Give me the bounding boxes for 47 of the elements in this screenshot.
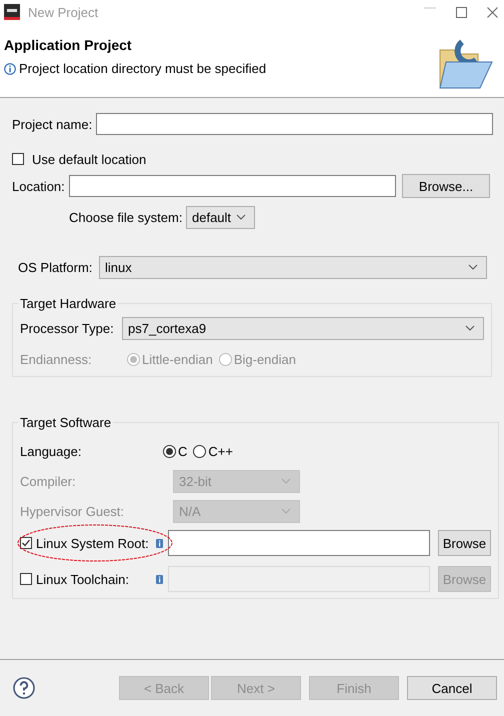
app-icon: [4, 4, 20, 20]
checkbox-label: Use default location: [32, 152, 146, 166]
field-label: Processor Type:: [20, 320, 115, 336]
project-name-field[interactable]: [96, 113, 493, 135]
radio-label: C: [178, 444, 188, 458]
dropdown[interactable]: default: [186, 206, 255, 228]
close-icon[interactable]: [487, 6, 498, 18]
group-title: Target Hardware: [19, 296, 118, 311]
chevron-icon: [281, 478, 291, 484]
status-message: Project location directory must be specified: [19, 61, 266, 76]
radio-label: Little-endian: [142, 352, 213, 366]
info-icon: [156, 538, 163, 548]
field-label: Hypervisor Guest:: [20, 504, 126, 518]
help-icon[interactable]: [13, 677, 35, 699]
info-icon: [4, 62, 16, 74]
browse-button[interactable]: Browse: [438, 530, 491, 556]
field-label: OS Platform:: [18, 260, 94, 274]
chevron-icon: [281, 508, 291, 514]
checkbox[interactable]: [12, 153, 24, 165]
page-title: Application Project: [4, 37, 133, 53]
radio-button[interactable]: [163, 444, 176, 458]
field-label: Project name:: [12, 116, 92, 132]
dropdown[interactable]: linux: [99, 256, 487, 278]
field-label: Compiler:: [20, 474, 77, 488]
path-field[interactable]: [168, 530, 430, 556]
field-label: Language:: [20, 444, 82, 458]
browse-button[interactable]: Browse...: [402, 174, 490, 198]
wizard-button[interactable]: Cancel: [407, 676, 497, 700]
chevron-icon: [236, 214, 246, 220]
group-title: Target Software: [19, 415, 112, 430]
checkbox[interactable]: [20, 573, 32, 585]
chevron-icon: [468, 264, 478, 270]
field-label: Choose file system:: [69, 210, 184, 224]
checkbox-label: Linux Toolchain:: [36, 572, 130, 586]
radio-label: Big-endian: [234, 352, 296, 366]
dropdown[interactable]: ps7_cortexa9: [122, 316, 484, 340]
field-label: Endianness:: [20, 352, 93, 366]
location-field[interactable]: [69, 175, 396, 197]
chevron-icon: [465, 325, 475, 331]
maximize-icon[interactable]: [456, 6, 467, 18]
checkbox-label: Linux System Root:: [36, 536, 150, 550]
checkbox[interactable]: [20, 537, 32, 549]
field-label: Location:: [12, 178, 66, 194]
radio-button[interactable]: [193, 444, 206, 458]
radio-label: C++: [208, 444, 233, 458]
window-title: New Project: [28, 4, 100, 20]
info-icon: [156, 574, 163, 584]
